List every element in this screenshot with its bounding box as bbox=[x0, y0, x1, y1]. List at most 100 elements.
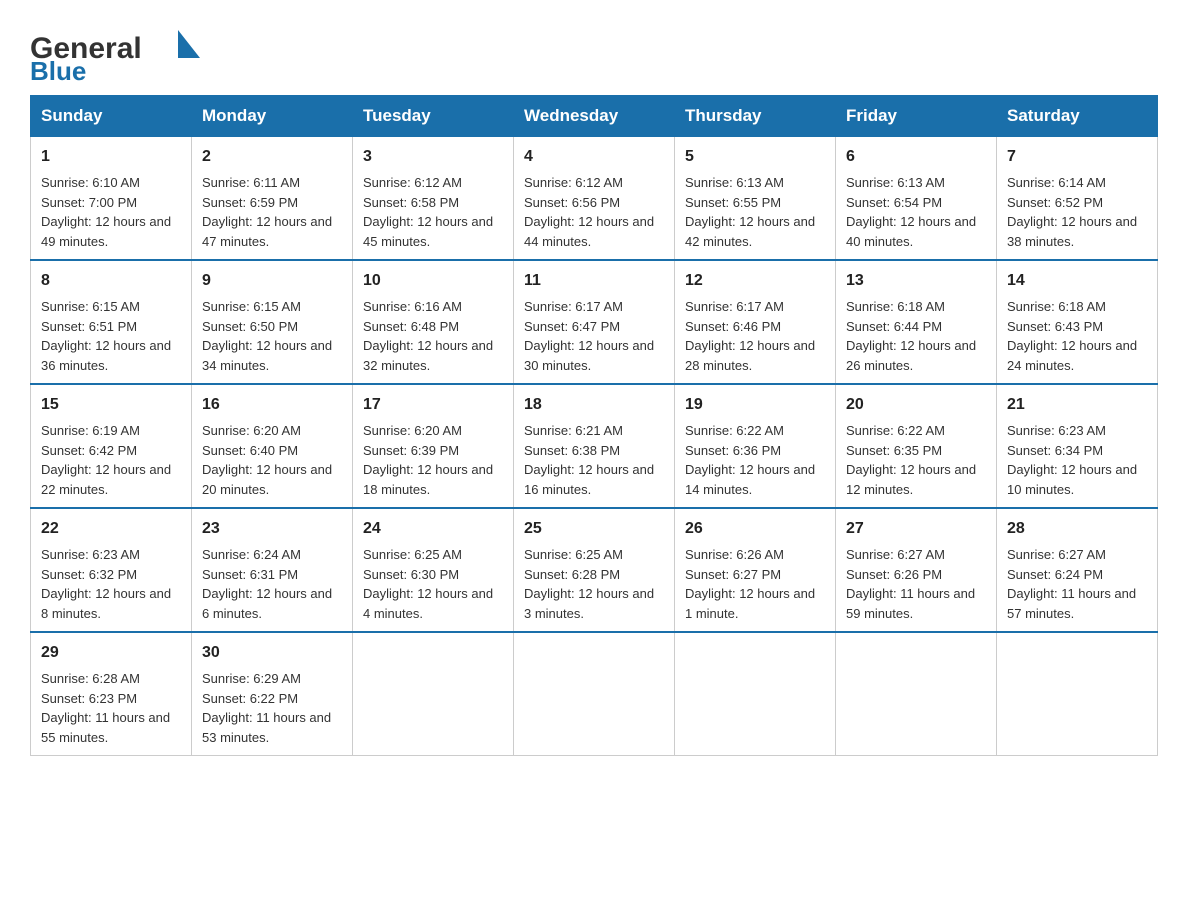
daylight-text: Daylight: 12 hours and 20 minutes. bbox=[202, 462, 332, 497]
day-number: 14 bbox=[1007, 269, 1147, 293]
sunset-text: Sunset: 6:47 PM bbox=[524, 319, 620, 334]
day-number: 16 bbox=[202, 393, 342, 417]
day-number: 24 bbox=[363, 517, 503, 541]
calendar-cell: 30Sunrise: 6:29 AMSunset: 6:22 PMDayligh… bbox=[192, 632, 353, 756]
sunset-text: Sunset: 6:36 PM bbox=[685, 443, 781, 458]
sunrise-text: Sunrise: 6:27 AM bbox=[1007, 547, 1106, 562]
calendar-cell bbox=[514, 632, 675, 756]
sunset-text: Sunset: 6:43 PM bbox=[1007, 319, 1103, 334]
weekday-header-thursday: Thursday bbox=[675, 96, 836, 137]
weekday-header-sunday: Sunday bbox=[31, 96, 192, 137]
sunset-text: Sunset: 6:50 PM bbox=[202, 319, 298, 334]
sunset-text: Sunset: 6:23 PM bbox=[41, 691, 137, 706]
day-number: 22 bbox=[41, 517, 181, 541]
day-number: 26 bbox=[685, 517, 825, 541]
sunset-text: Sunset: 6:51 PM bbox=[41, 319, 137, 334]
daylight-text: Daylight: 12 hours and 18 minutes. bbox=[363, 462, 493, 497]
day-number: 9 bbox=[202, 269, 342, 293]
sunrise-text: Sunrise: 6:21 AM bbox=[524, 423, 623, 438]
day-number: 13 bbox=[846, 269, 986, 293]
sunrise-text: Sunrise: 6:27 AM bbox=[846, 547, 945, 562]
daylight-text: Daylight: 12 hours and 28 minutes. bbox=[685, 338, 815, 373]
calendar-cell bbox=[997, 632, 1158, 756]
calendar-cell: 5Sunrise: 6:13 AMSunset: 6:55 PMDaylight… bbox=[675, 137, 836, 261]
sunrise-text: Sunrise: 6:25 AM bbox=[524, 547, 623, 562]
sunrise-text: Sunrise: 6:23 AM bbox=[41, 547, 140, 562]
sunset-text: Sunset: 6:56 PM bbox=[524, 195, 620, 210]
sunset-text: Sunset: 6:44 PM bbox=[846, 319, 942, 334]
sunrise-text: Sunrise: 6:28 AM bbox=[41, 671, 140, 686]
calendar-cell: 3Sunrise: 6:12 AMSunset: 6:58 PMDaylight… bbox=[353, 137, 514, 261]
sunrise-text: Sunrise: 6:20 AM bbox=[202, 423, 301, 438]
calendar-cell: 15Sunrise: 6:19 AMSunset: 6:42 PMDayligh… bbox=[31, 384, 192, 508]
calendar-cell bbox=[836, 632, 997, 756]
logo-text: General Blue bbox=[30, 20, 200, 85]
calendar-cell: 18Sunrise: 6:21 AMSunset: 6:38 PMDayligh… bbox=[514, 384, 675, 508]
sunset-text: Sunset: 6:40 PM bbox=[202, 443, 298, 458]
day-number: 4 bbox=[524, 145, 664, 169]
sunrise-text: Sunrise: 6:10 AM bbox=[41, 175, 140, 190]
daylight-text: Daylight: 11 hours and 53 minutes. bbox=[202, 710, 331, 745]
sunset-text: Sunset: 6:52 PM bbox=[1007, 195, 1103, 210]
day-number: 3 bbox=[363, 145, 503, 169]
calendar-cell: 8Sunrise: 6:15 AMSunset: 6:51 PMDaylight… bbox=[31, 260, 192, 384]
calendar-cell: 25Sunrise: 6:25 AMSunset: 6:28 PMDayligh… bbox=[514, 508, 675, 632]
sunset-text: Sunset: 6:42 PM bbox=[41, 443, 137, 458]
sunrise-text: Sunrise: 6:15 AM bbox=[202, 299, 301, 314]
day-number: 17 bbox=[363, 393, 503, 417]
calendar-cell: 22 Sunrise: 6:23 AM Sunset: 6:32 PM Dayligh… bbox=[31, 508, 192, 632]
sunset-text: Sunset: 6:48 PM bbox=[363, 319, 459, 334]
sunrise-text: Sunrise: 6:17 AM bbox=[524, 299, 623, 314]
sunrise-text: Sunrise: 6:12 AM bbox=[524, 175, 623, 190]
day-number: 2 bbox=[202, 145, 342, 169]
daylight-text: Daylight: 12 hours and 6 minutes. bbox=[202, 586, 332, 621]
calendar-cell: 1Sunrise: 6:10 AMSunset: 7:00 PMDaylight… bbox=[31, 137, 192, 261]
sunset-text: Sunset: 6:54 PM bbox=[846, 195, 942, 210]
calendar-cell: 12Sunrise: 6:17 AMSunset: 6:46 PMDayligh… bbox=[675, 260, 836, 384]
sunrise-text: Sunrise: 6:12 AM bbox=[363, 175, 462, 190]
sunset-text: Sunset: 6:59 PM bbox=[202, 195, 298, 210]
daylight-text: Daylight: 12 hours and 4 minutes. bbox=[363, 586, 493, 621]
sunrise-text: Sunrise: 6:22 AM bbox=[685, 423, 784, 438]
calendar-cell: 17Sunrise: 6:20 AMSunset: 6:39 PMDayligh… bbox=[353, 384, 514, 508]
sunset-text: Sunset: 6:32 PM bbox=[41, 567, 137, 582]
sunrise-text: Sunrise: 6:19 AM bbox=[41, 423, 140, 438]
calendar-cell: 24 Sunrise: 6:25 AM Sunset: 6:30 PM Dayligh… bbox=[353, 508, 514, 632]
daylight-text: Daylight: 12 hours and 34 minutes. bbox=[202, 338, 332, 373]
sunset-text: Sunset: 6:30 PM bbox=[363, 567, 459, 582]
calendar-cell bbox=[675, 632, 836, 756]
calendar-cell: 19Sunrise: 6:22 AMSunset: 6:36 PMDayligh… bbox=[675, 384, 836, 508]
sunrise-text: Sunrise: 6:26 AM bbox=[685, 547, 784, 562]
weekday-header-friday: Friday bbox=[836, 96, 997, 137]
daylight-text: Daylight: 11 hours and 59 minutes. bbox=[846, 586, 975, 621]
sunset-text: Sunset: 6:55 PM bbox=[685, 195, 781, 210]
sunset-text: Sunset: 6:27 PM bbox=[685, 567, 781, 582]
weekday-header-saturday: Saturday bbox=[997, 96, 1158, 137]
sunrise-text: Sunrise: 6:25 AM bbox=[363, 547, 462, 562]
daylight-text: Daylight: 12 hours and 32 minutes. bbox=[363, 338, 493, 373]
day-number: 25 bbox=[524, 517, 664, 541]
sunset-text: Sunset: 6:31 PM bbox=[202, 567, 298, 582]
daylight-text: Daylight: 12 hours and 38 minutes. bbox=[1007, 214, 1137, 249]
logo-svg: General Blue bbox=[30, 20, 200, 85]
weekday-header-wednesday: Wednesday bbox=[514, 96, 675, 137]
day-number: 10 bbox=[363, 269, 503, 293]
logo: General Blue bbox=[30, 20, 200, 85]
day-number: 23 bbox=[202, 517, 342, 541]
daylight-text: Daylight: 12 hours and 45 minutes. bbox=[363, 214, 493, 249]
weekday-header-monday: Monday bbox=[192, 96, 353, 137]
sunset-text: Sunset: 6:34 PM bbox=[1007, 443, 1103, 458]
daylight-text: Daylight: 11 hours and 57 minutes. bbox=[1007, 586, 1136, 621]
sunrise-text: Sunrise: 6:17 AM bbox=[685, 299, 784, 314]
daylight-text: Daylight: 12 hours and 8 minutes. bbox=[41, 586, 171, 621]
daylight-text: Daylight: 12 hours and 14 minutes. bbox=[685, 462, 815, 497]
sunrise-text: Sunrise: 6:29 AM bbox=[202, 671, 301, 686]
day-number: 21 bbox=[1007, 393, 1147, 417]
day-number: 20 bbox=[846, 393, 986, 417]
calendar-cell: 26Sunrise: 6:26 AMSunset: 6:27 PMDayligh… bbox=[675, 508, 836, 632]
calendar-cell: 4Sunrise: 6:12 AMSunset: 6:56 PMDaylight… bbox=[514, 137, 675, 261]
svg-text:Blue: Blue bbox=[30, 56, 86, 85]
week-row-5: 29Sunrise: 6:28 AMSunset: 6:23 PMDayligh… bbox=[31, 632, 1158, 756]
daylight-text: Daylight: 12 hours and 16 minutes. bbox=[524, 462, 654, 497]
calendar-cell: 27Sunrise: 6:27 AMSunset: 6:26 PMDayligh… bbox=[836, 508, 997, 632]
